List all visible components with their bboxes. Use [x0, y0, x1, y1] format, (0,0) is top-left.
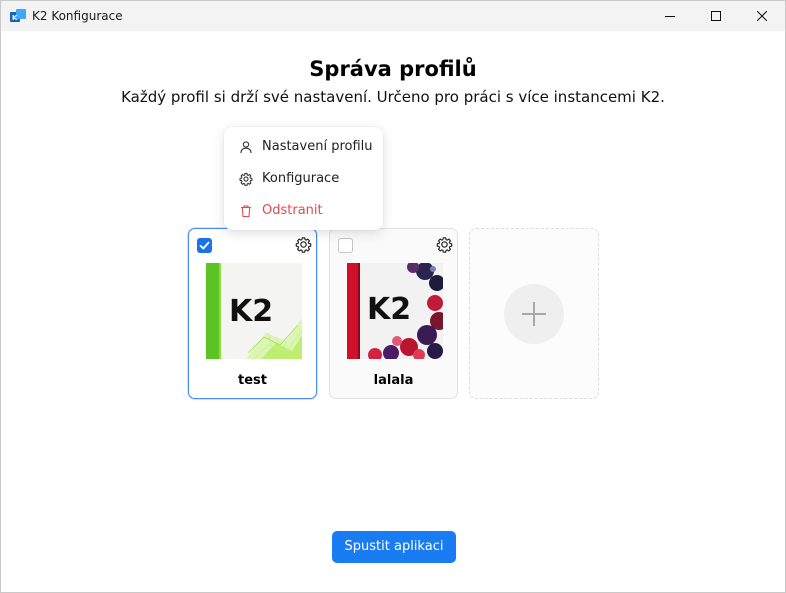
profile-checkbox[interactable] [338, 238, 353, 253]
minimize-icon [665, 16, 675, 17]
profile-logo-image: K2 [347, 263, 443, 359]
menu-item-label: Konfigurace [262, 171, 340, 186]
add-profile-button[interactable] [504, 284, 564, 344]
gear-icon [239, 172, 253, 186]
menu-item-label: Odstranit [262, 203, 323, 218]
profile-name: lalala [373, 373, 414, 388]
app-logo-icon: K [10, 9, 26, 22]
add-profile-card[interactable] [469, 228, 599, 399]
minimize-button[interactable] [647, 1, 693, 31]
gear-icon[interactable] [295, 236, 312, 253]
close-icon [757, 11, 767, 21]
maximize-icon [711, 11, 721, 21]
profile-checkbox[interactable] [197, 238, 212, 253]
profile-card-lalala[interactable]: K2 lalala [329, 228, 458, 399]
page-title: Správa profilů [309, 57, 477, 81]
checkmark-icon [199, 241, 210, 250]
trash-icon [241, 205, 251, 218]
menu-item-profile-settings[interactable]: Nastavení profilu [224, 133, 383, 161]
gear-icon[interactable] [436, 236, 453, 253]
title-bar[interactable]: K K2 Konfigurace [1, 1, 785, 31]
page-subtitle: Každý profil si drží své nastavení. Urče… [121, 88, 665, 106]
app-window: K K2 Konfigurace Správa profilů Každý pr… [0, 0, 786, 593]
plus-icon [522, 302, 546, 326]
maximize-button[interactable] [693, 1, 739, 31]
menu-item-delete[interactable]: Odstranit [224, 197, 383, 225]
menu-item-label: Nastavení profilu [262, 139, 373, 154]
menu-item-configuration[interactable]: Konfigurace [224, 165, 383, 193]
user-icon [240, 141, 252, 154]
profile-card-test[interactable]: K2 test [188, 228, 317, 399]
window-title: K2 Konfigurace [32, 9, 123, 23]
close-button[interactable] [739, 1, 785, 31]
profile-name: test [238, 373, 267, 388]
profile-logo-image: K2 [206, 263, 302, 359]
k2-logo-text: K2 [367, 292, 411, 327]
k2-logo-text: K2 [229, 294, 273, 329]
launch-app-button[interactable]: Spustit aplikaci [332, 531, 456, 563]
svg-text:K: K [12, 14, 18, 22]
profile-context-menu: Nastavení profilu Konfigurace Odstranit [224, 127, 383, 230]
